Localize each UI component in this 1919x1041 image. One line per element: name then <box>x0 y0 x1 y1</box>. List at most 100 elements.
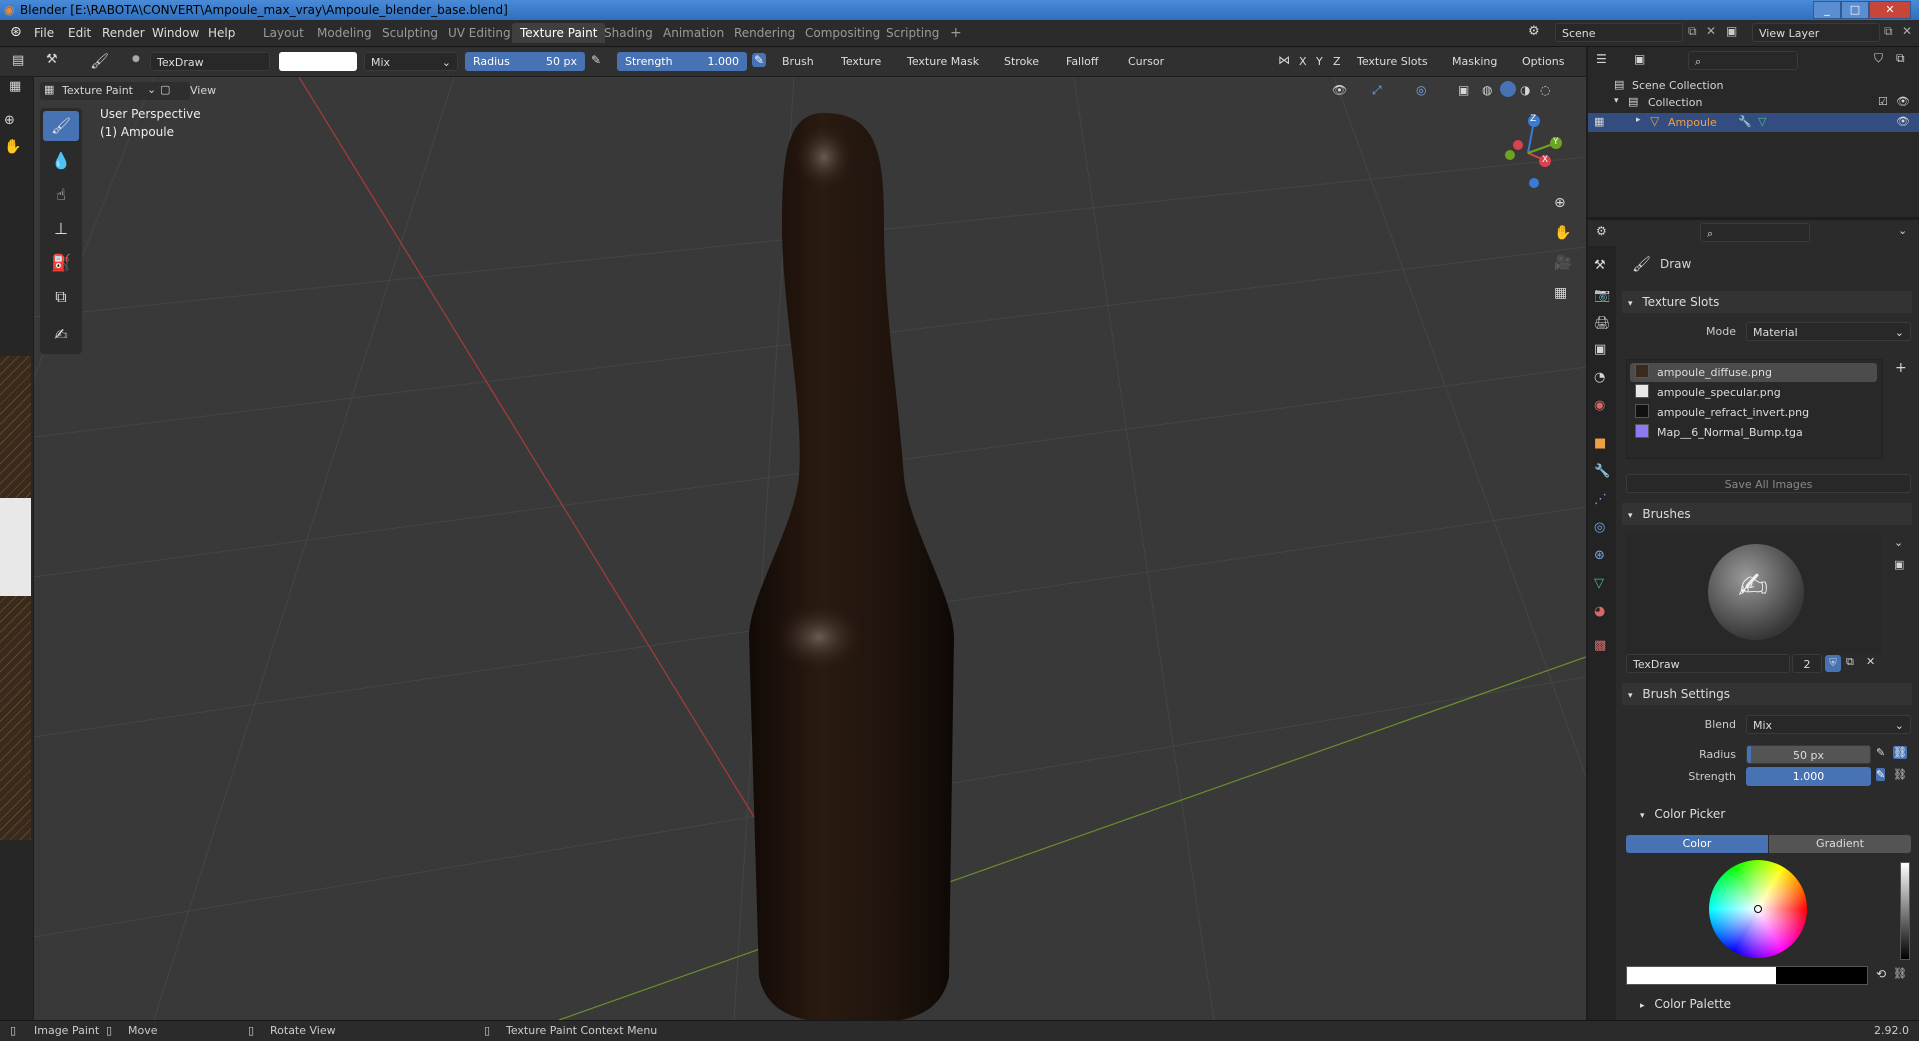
tab-compositing[interactable]: Compositing <box>797 23 888 43</box>
display-mode-icon[interactable]: ▣ <box>1634 52 1645 66</box>
tab-sculpting[interactable]: Sculpting <box>374 23 446 43</box>
chevron-down-icon[interactable]: ⌄ <box>1898 224 1907 237</box>
brush-dropdown[interactable]: Brush <box>782 52 814 71</box>
strength-field[interactable]: 1.000 <box>1746 767 1871 786</box>
tab-animation[interactable]: Animation <box>655 23 732 43</box>
properties-editor-icon[interactable]: ⚙ <box>1596 224 1607 238</box>
mask-tool-icon[interactable]: ⧉ <box>43 282 79 312</box>
new-scene-icon[interactable]: ⧉ <box>1688 24 1697 39</box>
brush-name-field[interactable]: TexDraw <box>150 52 270 71</box>
mode-dropdown[interactable]: Material ⌄ <box>1746 322 1911 341</box>
brush-preview-area[interactable]: ✍ <box>1626 533 1881 655</box>
delete-scene-icon[interactable]: ✕ <box>1706 24 1716 38</box>
navigation-gizmo[interactable]: Z X Y <box>1494 109 1574 189</box>
color-picker-subpanel-header[interactable]: ▾ Color Picker <box>1636 803 1906 825</box>
tab-gradient[interactable]: Gradient <box>1769 835 1911 853</box>
strength-slider[interactable]: Strength 1.000 <box>617 52 747 71</box>
physics-tab-icon[interactable]: ◎ <box>1594 520 1605 535</box>
gizmo-toggle-icon[interactable]: ⤢ <box>1372 83 1382 98</box>
color-cursor[interactable] <box>1754 905 1762 913</box>
masking-dropdown[interactable]: Masking <box>1452 52 1497 71</box>
fake-user-shield-icon[interactable]: ⛨ <box>1825 655 1841 672</box>
blender-menu-icon[interactable]: ⊛ <box>10 24 22 40</box>
minimize-button[interactable]: _ <box>1813 1 1841 19</box>
mask-toggle-icon[interactable]: ▢ <box>160 83 170 96</box>
menu-help[interactable]: Help <box>208 26 235 40</box>
chevron-down-icon[interactable]: ⌄ <box>1894 536 1903 549</box>
list-item[interactable]: ampoule_refract_invert.png <box>1630 403 1877 422</box>
camera-view-icon[interactable]: 🎥 <box>1554 255 1571 271</box>
brush-settings-panel-header[interactable]: ▾ Brush Settings <box>1622 683 1912 705</box>
strength-pressure-icon[interactable]: ✎ <box>1876 768 1886 781</box>
cursor-dropdown[interactable]: Cursor <box>1128 52 1164 71</box>
lock-size-icon[interactable]: ⛓ <box>1893 746 1907 759</box>
save-all-images-button[interactable]: Save All Images <box>1626 474 1911 493</box>
checkbox-icon[interactable]: ☑ <box>1878 95 1888 108</box>
value-slider[interactable] <box>1900 862 1910 960</box>
texture-dropdown[interactable]: Texture <box>841 52 881 71</box>
tab-scripting[interactable]: Scripting <box>878 23 947 43</box>
new-collection-icon[interactable]: ⧉ <box>1896 51 1905 66</box>
texture-mask-dropdown[interactable]: Texture Mask <box>907 52 979 71</box>
new-view-layer-icon[interactable]: ⧉ <box>1884 24 1893 39</box>
properties-search[interactable]: ⌕ <box>1700 223 1810 242</box>
hand-icon[interactable]: ✋ <box>4 139 21 155</box>
view-layer-tab-icon[interactable]: ▣ <box>1594 342 1606 357</box>
color-swatch[interactable] <box>279 52 357 71</box>
unified-color-icon[interactable]: ⛓ <box>1893 967 1907 980</box>
radius-slider[interactable]: Radius 50 px <box>465 52 585 71</box>
add-slot-icon[interactable]: + <box>1895 360 1907 376</box>
duplicate-brush-icon[interactable]: ⧉ <box>1846 655 1854 669</box>
view-layer-field[interactable]: View Layer <box>1752 23 1880 42</box>
falloff-dropdown[interactable]: Falloff <box>1066 52 1098 71</box>
rendered-shading-icon[interactable]: ◌ <box>1540 83 1550 97</box>
radius-field[interactable]: 50 px <box>1746 745 1871 764</box>
eye-icon[interactable]: 👁 <box>1896 115 1910 128</box>
overlay-toggle-icon[interactable]: ◎ <box>1416 83 1426 97</box>
unlink-brush-icon[interactable]: ✕ <box>1866 655 1875 668</box>
texture-tab-icon[interactable]: ▩ <box>1594 638 1606 653</box>
particles-tab-icon[interactable]: ⋰ <box>1594 492 1607 507</box>
xray-icon[interactable]: ▣ <box>1458 83 1469 97</box>
tab-uv-editing[interactable]: UV Editing <box>440 23 519 43</box>
color-palette-subpanel-header[interactable]: ▸ Color Palette <box>1636 993 1906 1015</box>
expand-icon[interactable]: ▾ <box>1614 96 1619 106</box>
fill-tool-icon[interactable]: ⛽ <box>43 248 79 278</box>
collection-label[interactable]: Collection <box>1648 96 1702 109</box>
brush-name-field[interactable]: TexDraw <box>1626 654 1790 673</box>
zoom-view-icon[interactable]: ⊕ <box>1554 195 1566 211</box>
eye-icon[interactable]: 👁 <box>1896 95 1910 108</box>
mirror-y-toggle[interactable]: Y <box>1316 52 1323 71</box>
mirror-icon[interactable]: ⋈ <box>1278 53 1290 67</box>
pressure-pen-icon[interactable]: ✎ <box>591 53 601 67</box>
blend-dropdown[interactable]: Mix ⌄ <box>364 52 458 71</box>
constraints-tab-icon[interactable]: ⊛ <box>1594 548 1605 563</box>
render-tab-icon[interactable]: 📷 <box>1594 288 1610 303</box>
menu-file[interactable]: File <box>34 26 54 40</box>
scene-tab-icon[interactable]: ◔ <box>1594 370 1605 385</box>
color-swatch[interactable] <box>1626 966 1868 985</box>
clone-tool-icon[interactable]: ⊥ <box>43 214 79 244</box>
scene-field[interactable]: Scene <box>1555 23 1683 42</box>
smear-tool-icon[interactable]: ☝ <box>43 180 79 210</box>
outliner-search[interactable]: ⌕ <box>1688 51 1798 70</box>
stroke-dropdown[interactable]: Stroke <box>1004 52 1039 71</box>
draw-tool-icon[interactable]: 🖌 <box>43 111 79 141</box>
solid-shading-icon[interactable] <box>1500 81 1516 97</box>
strength-pressure-icon[interactable]: ✎ <box>752 53 767 67</box>
mirror-x-toggle[interactable]: X <box>1299 52 1307 71</box>
delete-view-layer-icon[interactable]: ✕ <box>1902 24 1912 38</box>
close-button[interactable]: ✕ <box>1869 1 1911 19</box>
output-tab-icon[interactable]: 🖨 <box>1594 316 1611 331</box>
brushes-panel-header[interactable]: ▾ Brushes <box>1622 503 1912 525</box>
tab-texture-paint[interactable]: Texture Paint <box>512 23 606 43</box>
menu-edit[interactable]: Edit <box>68 26 91 40</box>
mirror-z-toggle[interactable]: Z <box>1333 52 1341 71</box>
tab-rendering[interactable]: Rendering <box>726 23 803 43</box>
color-wheel[interactable] <box>1709 860 1807 958</box>
view-layer-icon[interactable]: ▣ <box>1726 24 1737 38</box>
add-workspace-button[interactable]: + <box>942 23 970 43</box>
texture-slots-dropdown[interactable]: Texture Slots <box>1357 52 1428 71</box>
annotate-tool-icon[interactable]: ✍ <box>43 320 79 350</box>
visibility-icon[interactable]: 👁 <box>1332 83 1347 97</box>
